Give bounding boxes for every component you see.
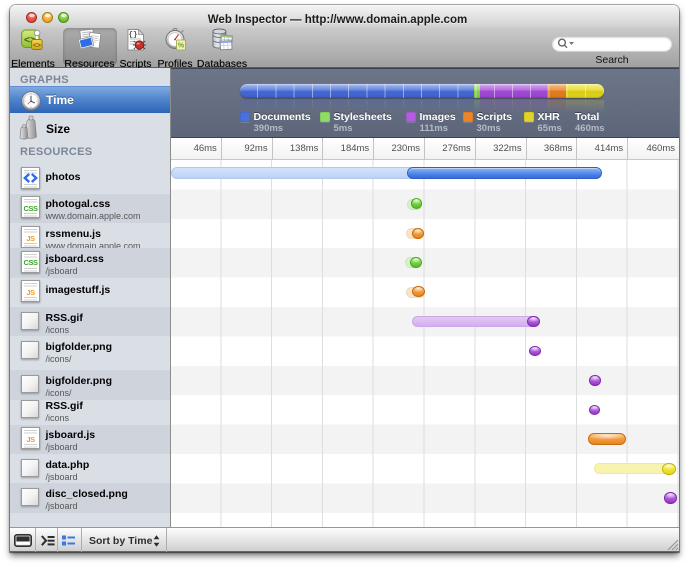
- svg-text:%: %: [177, 43, 184, 50]
- svg-text:{}: {}: [128, 32, 137, 40]
- svg-text:<>: <>: [33, 42, 41, 49]
